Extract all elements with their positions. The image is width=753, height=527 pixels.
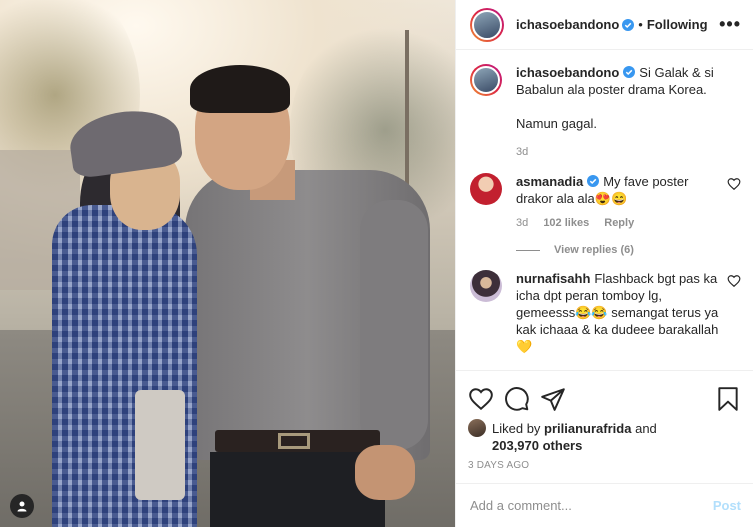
caption-text-extra: Namun gagal. [516,116,597,131]
caption-username[interactable]: ichasoebandono [516,65,619,80]
comment-username[interactable]: asmanadia [516,174,583,189]
comment-box: Post [456,483,753,527]
verified-icon [587,175,600,187]
photo-man-buckle [278,433,310,449]
liked-by-prefix: Liked by [492,420,541,436]
comment-item: asmanadia My fave poster drakor ala ala😍😄… [470,173,741,232]
verified-icon [622,18,635,31]
likes-summary: Liked by prilianurafrida and [468,419,741,437]
post-actions: Liked by prilianurafrida and 203,970 oth… [456,370,753,483]
comment-time[interactable]: 3d [516,217,528,229]
post-photo[interactable] [0,0,455,527]
post-comment-button[interactable]: Post [713,498,741,513]
comment-like-icon[interactable] [727,177,741,191]
post-time[interactable]: 3 DAYS AGO [468,460,741,471]
caption-time[interactable]: 3d [516,146,528,158]
view-replies-button[interactable]: View replies (6) [516,244,741,256]
likes-count[interactable]: 203,970 others [492,438,741,453]
caption: ichasoebandono Si Galak & si Babalun ala … [470,64,741,161]
comment-item: nurnafisahh Flashback bgt pas ka icha dpt… [470,270,741,355]
commenter-avatar[interactable] [470,270,502,302]
comments-list[interactable]: ichasoebandono Si Galak & si Babalun ala … [456,50,753,370]
view-replies-label: View replies (6) [554,244,634,256]
user-tag-button[interactable] [10,494,34,518]
comment-username[interactable]: nurnafisahh [516,271,590,286]
liker-avatar[interactable] [468,419,486,437]
share-icon[interactable] [540,386,566,412]
reply-button[interactable]: Reply [604,217,634,229]
caption-avatar[interactable] [470,64,502,96]
post-header: ichasoebandono • Following ••• [456,0,753,50]
comment-input[interactable] [470,498,713,513]
photo-woman-shirt [135,390,185,500]
more-options-icon[interactable]: ••• [719,14,741,35]
photo-man-hair [190,65,290,113]
verified-icon [623,66,636,78]
user-tag-icon [17,501,27,512]
following-button[interactable]: Following [647,17,708,32]
liker-username[interactable]: prilianurafrida [544,421,631,436]
post-sidebar: ichasoebandono • Following ••• ichasoeba… [455,0,753,527]
photo-man-arm [360,200,428,450]
liked-and: and [635,420,657,436]
caption-text-line-2: Babalun ala poster drama Korea. [516,82,707,97]
commenter-avatar[interactable] [470,173,502,205]
author-username[interactable]: ichasoebandono [516,17,619,32]
bookmark-icon[interactable] [715,386,741,412]
photo-man-hand [355,445,415,500]
replies-divider [516,249,540,251]
comment-likes[interactable]: 102 likes [543,217,589,229]
heart-icon[interactable] [468,386,494,412]
comment-icon[interactable] [504,386,530,412]
comment-like-icon[interactable] [727,274,741,288]
caption-text-line-1: Si Galak & si [639,65,714,80]
separator-dot: • [638,17,643,32]
post-modal: ichasoebandono • Following ••• ichasoeba… [0,0,753,527]
author-avatar[interactable] [470,7,504,42]
